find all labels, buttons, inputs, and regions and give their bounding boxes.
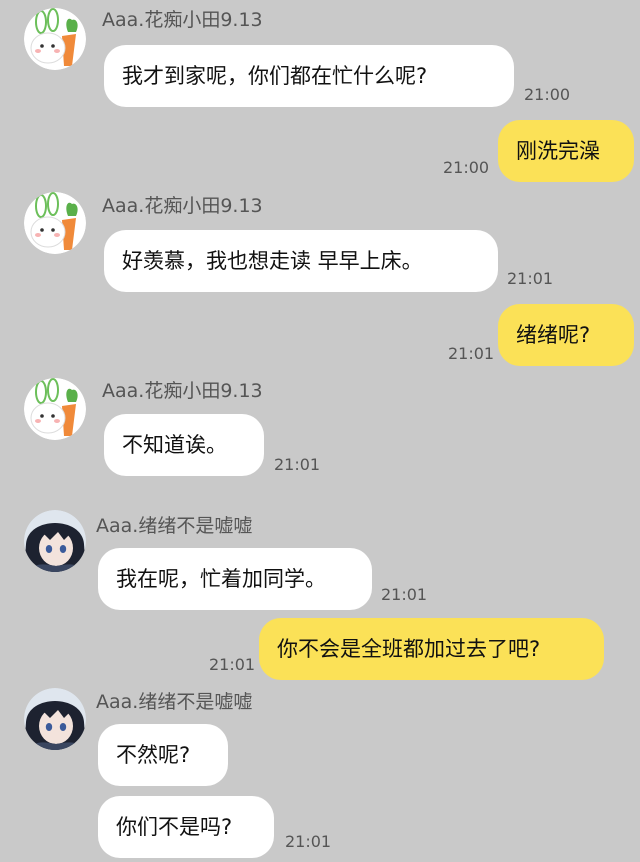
rabbit-carrot-avatar-icon [24, 378, 86, 440]
avatar-xuxu[interactable] [24, 510, 86, 572]
message-bubble[interactable]: 好羡慕，我也想走读 早早上床。 [104, 230, 498, 292]
avatar-xiaotian[interactable] [24, 378, 86, 440]
avatar-xuxu[interactable] [24, 688, 86, 750]
message-time: 21:01 [381, 585, 428, 604]
anime-girl-avatar-icon [24, 510, 86, 572]
rabbit-carrot-avatar-icon [24, 192, 86, 254]
message-bubble[interactable]: 不然呢? [98, 724, 228, 786]
anime-girl-avatar-icon [24, 688, 86, 750]
sender-name: Aaa.花痴小田9.13 [102, 9, 263, 31]
message-time: 21:00 [443, 158, 490, 177]
message-bubble[interactable]: 不知道诶。 [104, 414, 264, 476]
rabbit-carrot-avatar-icon [24, 8, 86, 70]
avatar-xiaotian[interactable] [24, 8, 86, 70]
message-time: 21:01 [448, 344, 495, 363]
sender-name: Aaa.花痴小田9.13 [102, 380, 263, 402]
sender-name: Aaa.花痴小田9.13 [102, 195, 263, 217]
message-time: 21:01 [274, 455, 321, 474]
message-bubble[interactable]: 我才到家呢，你们都在忙什么呢? [104, 45, 514, 107]
message-time: 21:00 [524, 85, 571, 104]
message-bubble-outgoing[interactable]: 刚洗完澡 [498, 120, 634, 182]
message-time: 21:01 [209, 655, 256, 674]
message-time: 21:01 [507, 269, 554, 288]
message-bubble-outgoing[interactable]: 你不会是全班都加过去了吧? [259, 618, 604, 680]
message-bubble[interactable]: 我在呢，忙着加同学。 [98, 548, 372, 610]
avatar-xiaotian[interactable] [24, 192, 86, 254]
message-time: 21:01 [285, 832, 332, 851]
message-bubble-outgoing[interactable]: 绪绪呢? [498, 304, 634, 366]
message-bubble[interactable]: 你们不是吗? [98, 796, 274, 858]
sender-name: Aaa.绪绪不是嘘嘘 [96, 515, 253, 537]
sender-name: Aaa.绪绪不是嘘嘘 [96, 691, 253, 713]
